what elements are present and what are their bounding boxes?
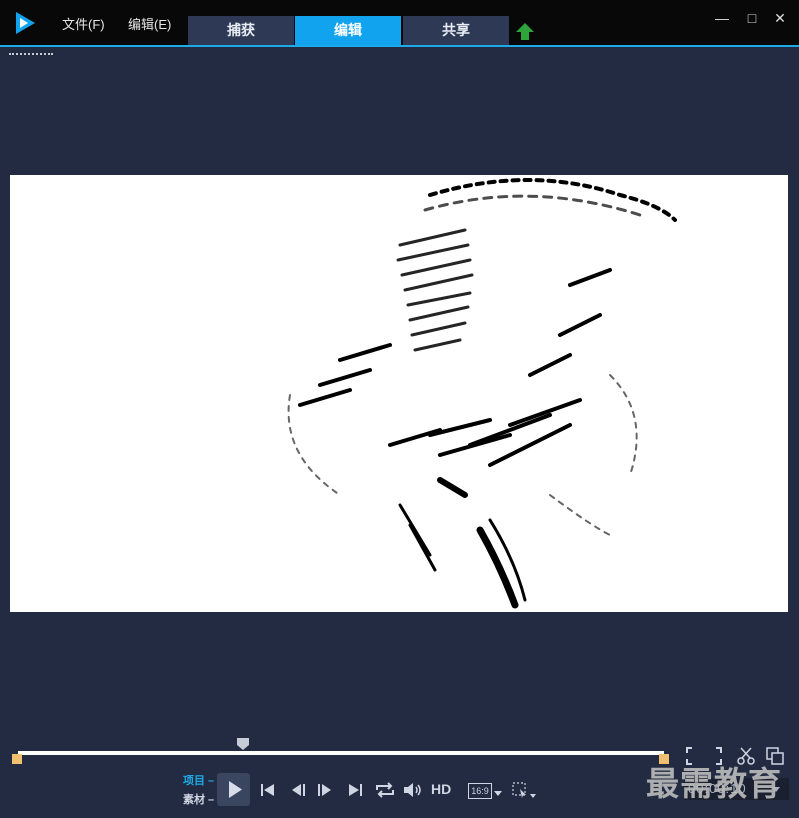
mark-in-handle[interactable] [12,754,22,764]
project-mode-label[interactable]: 项目 – [183,772,214,788]
selection-tool-icon[interactable] [512,782,538,800]
chevron-down-icon[interactable] [494,791,502,797]
clip-mode-label[interactable]: 素材 – [183,791,214,807]
repeat-icon[interactable] [374,779,396,801]
timeline-scrub-bar[interactable] [18,751,664,755]
tab-edit[interactable]: 编辑 [295,16,401,45]
tab-share[interactable]: 共享 [403,16,509,45]
video-editor-window: 文件(F) 编辑(E) 捕获 编辑 共享 — □ ✕ 项目 – 素材 – HD … [0,0,799,818]
hd-toggle[interactable]: HD [431,781,451,797]
close-button[interactable]: ✕ [772,10,788,26]
play-button[interactable] [217,773,250,806]
playhead-handle[interactable] [236,737,250,751]
menu-edit[interactable]: 编辑(E) [128,14,171,33]
go-to-start-icon[interactable] [259,779,277,801]
upload-icon[interactable] [515,22,535,42]
video-preview[interactable] [10,175,788,612]
maximize-button[interactable]: □ [744,10,760,26]
previous-frame-icon[interactable] [290,779,308,801]
preview-frame-image [287,178,677,609]
watermark-text: 最需教育 [646,764,782,803]
accent-line [0,45,799,47]
volume-icon[interactable] [402,779,424,801]
title-bar: 文件(F) 编辑(E) 捕获 编辑 共享 — □ ✕ [0,0,799,46]
minimize-button[interactable]: — [714,10,730,26]
panel-grip[interactable] [9,53,53,58]
play-icon [229,781,242,798]
aspect-ratio-selector[interactable]: 16:9 [468,783,492,799]
go-to-end-icon[interactable] [346,779,364,801]
next-frame-icon[interactable] [315,779,333,801]
tab-capture[interactable]: 捕获 [188,16,294,45]
menu-file[interactable]: 文件(F) [62,14,105,33]
app-logo-icon[interactable] [14,11,36,35]
